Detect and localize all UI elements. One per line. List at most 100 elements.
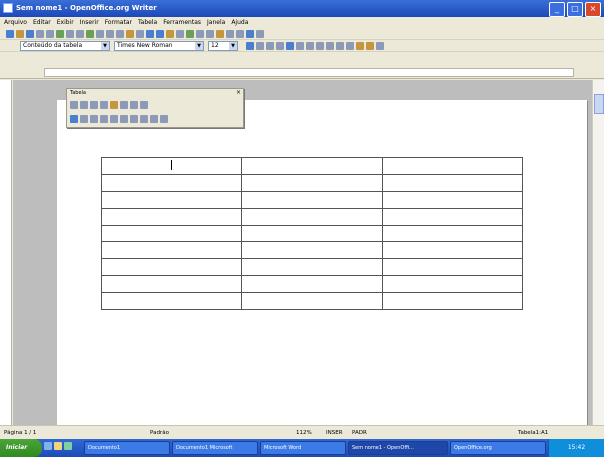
close-icon[interactable]: × [236,89,241,97]
table-cell[interactable] [381,292,524,310]
edit-file-icon[interactable] [46,30,54,38]
chevron-down-icon[interactable]: ▼ [101,42,109,50]
menu-help[interactable]: Ajuda [231,17,248,28]
gallery-icon[interactable] [216,30,224,38]
help-icon[interactable] [256,30,264,38]
paragraph-style-combo[interactable]: Conteúdo da tabela ▼ [20,41,110,51]
table-cell[interactable] [381,275,524,293]
insert-row-icon[interactable] [100,115,108,123]
align-right-icon[interactable] [296,42,304,50]
table-cell[interactable] [100,241,243,260]
table-cell[interactable] [241,207,383,226]
table-cell[interactable] [381,190,524,209]
browser-icon[interactable] [54,442,62,450]
vertical-scrollbar[interactable] [592,80,604,425]
print-icon[interactable] [66,30,74,38]
format-paintbrush-icon[interactable] [136,30,144,38]
bold-icon[interactable] [246,42,254,50]
align-center-icon[interactable] [286,42,294,50]
decrease-indent-icon[interactable] [336,42,344,50]
table-cell[interactable] [241,241,383,260]
justify-icon[interactable] [306,42,314,50]
table-cell[interactable] [381,157,524,175]
increase-indent-icon[interactable] [346,42,354,50]
status-insert-mode[interactable]: INSER [326,426,343,440]
chevron-down-icon[interactable]: ▼ [229,42,237,50]
page-preview-icon[interactable] [76,30,84,38]
insert-table-icon[interactable] [70,101,78,109]
media-icon[interactable] [64,442,72,450]
paste-icon[interactable] [126,30,134,38]
background-color-icon[interactable] [376,42,384,50]
minimize-button[interactable]: _ [549,2,565,17]
floating-toolbar-title[interactable]: Tabela [67,89,243,97]
table-cell[interactable] [381,173,524,192]
delete-row-icon[interactable] [120,115,128,123]
task-item[interactable]: Documento1 Microsoft [172,441,258,455]
align-bottom-icon[interactable] [90,115,98,123]
borders-icon[interactable] [100,101,108,109]
nonprinting-chars-icon[interactable] [236,30,244,38]
cut-icon[interactable] [106,30,114,38]
find-replace-icon[interactable] [196,30,204,38]
open-folder-icon[interactable] [16,30,24,38]
menu-table[interactable]: Tabela [138,17,157,28]
ruler-scale[interactable] [44,68,574,77]
sum-icon[interactable] [160,115,168,123]
font-size-combo[interactable]: 12 ▼ [208,41,238,51]
center-vertical-icon[interactable] [80,115,88,123]
table-cell[interactable] [381,241,524,260]
table-icon[interactable] [176,30,184,38]
redo-icon[interactable] [156,30,164,38]
table-cell[interactable] [241,224,383,243]
table-cell[interactable] [381,224,524,243]
table-cell[interactable] [381,258,524,277]
maximize-button[interactable]: □ [567,2,583,17]
export-pdf-icon[interactable] [56,30,64,38]
table-cell[interactable] [100,207,243,226]
align-top-icon[interactable] [70,115,78,123]
split-cells-icon[interactable] [130,101,138,109]
optimize-icon[interactable] [140,101,148,109]
insert-column-icon[interactable] [110,115,118,123]
table-cell[interactable] [381,207,524,226]
email-icon[interactable] [36,30,44,38]
table-cell[interactable] [100,190,243,209]
highlight-icon[interactable] [366,42,374,50]
status-selection-mode[interactable]: PADR [352,426,367,440]
align-left-icon[interactable] [276,42,284,50]
show-draw-icon[interactable] [186,30,194,38]
table-cell[interactable] [100,173,243,192]
table-cell[interactable] [100,275,243,293]
copy-icon[interactable] [116,30,124,38]
hyperlink-icon[interactable] [166,30,174,38]
new-document-icon[interactable] [6,30,14,38]
undo-icon[interactable] [146,30,154,38]
delete-column-icon[interactable] [130,115,138,123]
status-zoom[interactable]: 112% [296,426,312,440]
spellcheck-icon[interactable] [86,30,94,38]
table-cell[interactable] [241,275,383,293]
desktop-icon[interactable] [44,442,52,450]
document-table[interactable] [100,157,524,310]
close-button[interactable]: × [585,2,601,17]
task-item[interactable]: Microsoft Word [260,441,346,455]
table-cell[interactable] [100,292,243,310]
task-item[interactable]: Documento1 [84,441,170,455]
menu-insert[interactable]: Inserir [80,17,99,28]
table-cell[interactable] [241,258,383,277]
line-style-icon[interactable] [80,101,88,109]
underline-icon[interactable] [266,42,274,50]
task-item[interactable]: OpenOffice.org [450,441,546,455]
table-cell[interactable] [100,258,243,277]
sort-icon[interactable] [150,115,158,123]
menu-edit[interactable]: Editar [33,17,51,28]
chevron-down-icon[interactable]: ▼ [195,42,203,50]
autospell-icon[interactable] [96,30,104,38]
table-cell[interactable] [241,292,383,310]
table-cell[interactable] [241,173,383,192]
menu-format[interactable]: Formatar [105,17,132,28]
menu-tools[interactable]: Ferramentas [163,17,201,28]
task-item-active[interactable]: Sem nome1 - OpenOffi... [348,441,448,455]
scrollbar-thumb[interactable] [594,94,604,114]
